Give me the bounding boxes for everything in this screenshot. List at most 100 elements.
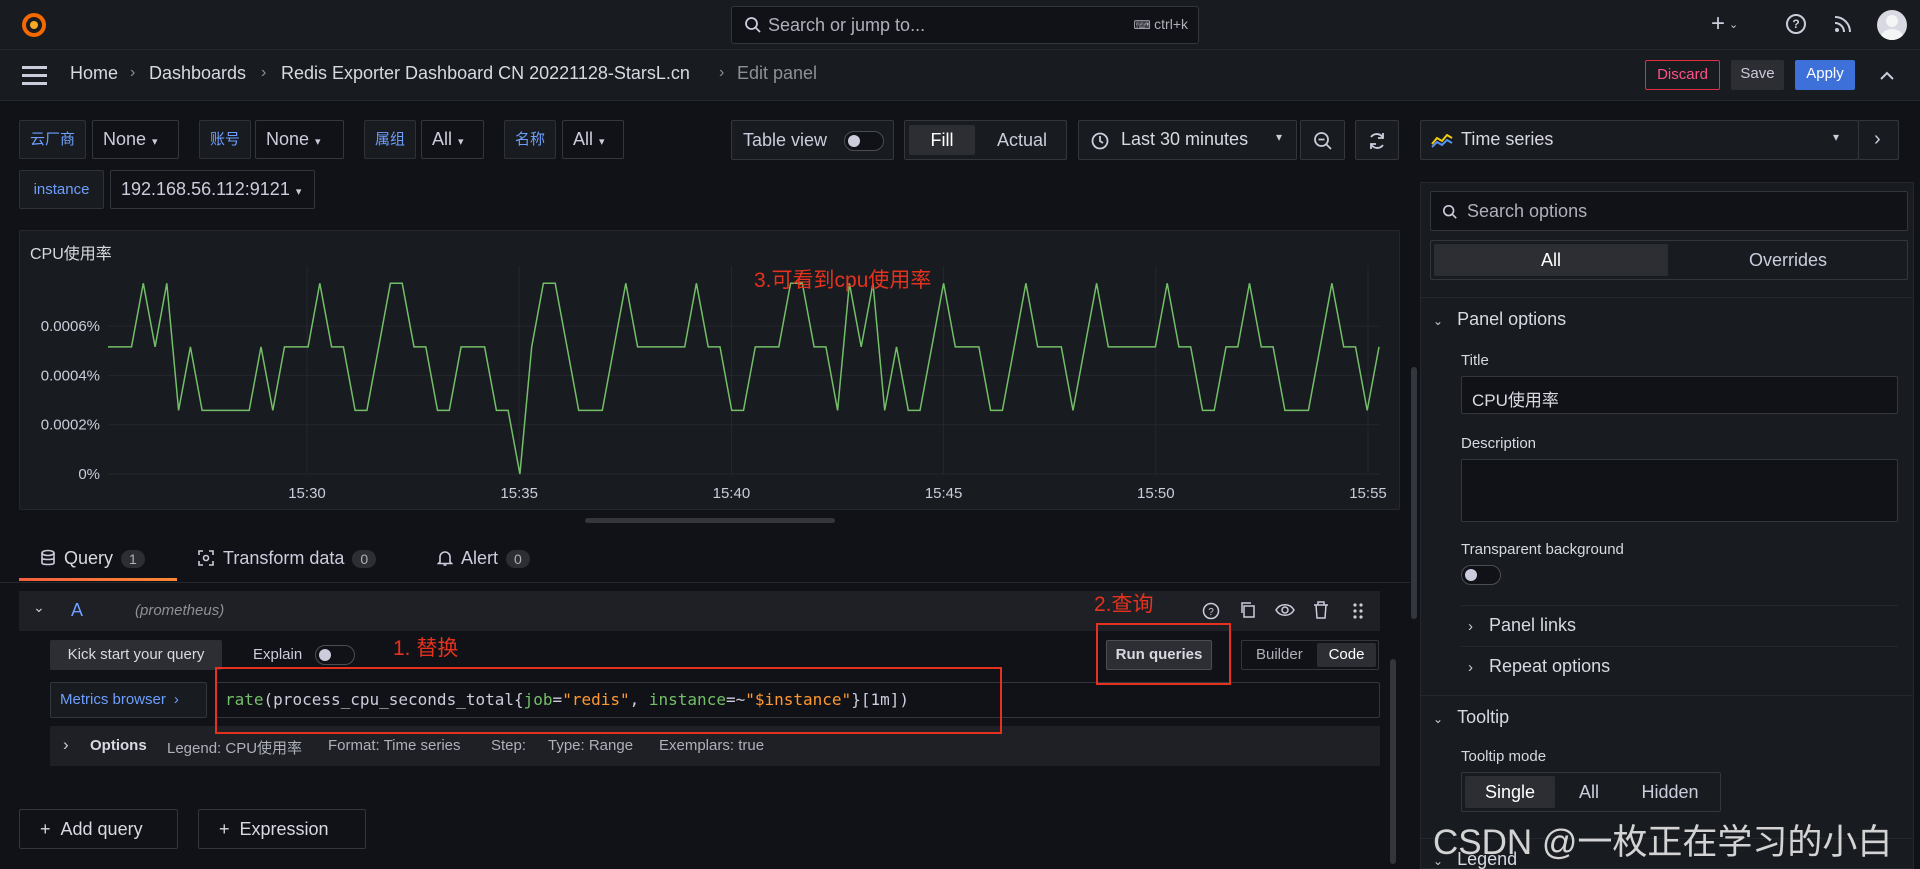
explain-toggle[interactable] xyxy=(315,645,355,665)
discard-button[interactable]: Discard xyxy=(1645,60,1720,90)
breadcrumb-dashboard[interactable]: Redis Exporter Dashboard CN 20221128-Sta… xyxy=(281,63,690,84)
section-repeat-options[interactable]: › Repeat options xyxy=(1468,656,1610,677)
description-textarea[interactable] xyxy=(1461,459,1898,522)
builder-code-switch: Builder Code xyxy=(1241,640,1379,670)
tabs-divider xyxy=(0,582,1410,583)
refresh-button[interactable] xyxy=(1355,120,1399,160)
options-divider xyxy=(1420,695,1914,696)
search-placeholder: Search or jump to... xyxy=(768,15,926,35)
save-button[interactable]: Save xyxy=(1731,60,1784,90)
fill-button[interactable]: Fill xyxy=(909,125,975,155)
drag-handle-icon[interactable] xyxy=(1351,601,1365,621)
step-summary: Step: xyxy=(491,737,527,754)
tooltip-mode-hidden[interactable]: Hidden xyxy=(1622,776,1718,808)
csdn-watermark: CSDN @一枚正在学习的小白 xyxy=(1433,823,1893,862)
variable-select-name[interactable]: All ▾ xyxy=(562,120,624,159)
menu-hamburger-icon[interactable] xyxy=(22,66,47,86)
tooltip-mode-single[interactable]: Single xyxy=(1465,776,1555,808)
variable-label-account: 账号 xyxy=(199,120,251,159)
tab-transform[interactable]: Transform data 0 xyxy=(197,548,377,569)
variable-label-instance: instance xyxy=(19,170,104,209)
news-rss-icon[interactable] xyxy=(1833,14,1853,39)
metrics-browser-button[interactable]: Metrics browser › xyxy=(50,682,207,718)
clock-icon xyxy=(1091,132,1109,150)
tooltip-heading: Tooltip xyxy=(1457,707,1510,727)
code-tab[interactable]: Code xyxy=(1317,643,1376,667)
collapse-chevron-icon[interactable]: ⌄ xyxy=(33,599,45,616)
options-panel xyxy=(1420,182,1914,869)
tab-all[interactable]: All xyxy=(1434,244,1668,276)
kick-start-button[interactable]: Kick start your query xyxy=(50,640,222,670)
tab-query-label: Query xyxy=(64,548,114,568)
options-tabs: All Overrides xyxy=(1430,240,1908,280)
chevron-right-icon: › xyxy=(261,64,267,81)
panel-options-heading: Panel options xyxy=(1457,309,1567,329)
toggle-knob xyxy=(848,135,860,147)
duplicate-query-icon[interactable] xyxy=(1239,601,1257,619)
variable-select-group[interactable]: All ▾ xyxy=(421,120,484,159)
query-help-icon[interactable]: ? xyxy=(1202,602,1220,620)
type-summary: Type: Range xyxy=(548,737,634,754)
variable-select-account[interactable]: None ▾ xyxy=(255,120,344,159)
tab-all-label: All xyxy=(1540,250,1561,270)
chevron-down-icon: ⌄ xyxy=(1433,712,1444,726)
grafana-logo-icon[interactable] xyxy=(20,11,48,39)
add-new-button[interactable]: + ⌄ xyxy=(1711,10,1738,38)
chevron-down-icon: ▾ xyxy=(315,136,321,148)
tab-alert[interactable]: Alert 0 xyxy=(436,548,530,569)
chevron-right-icon: › xyxy=(1468,659,1473,676)
help-icon[interactable]: ? xyxy=(1786,14,1806,34)
table-view-switch[interactable] xyxy=(844,131,884,151)
tooltip-mode-all[interactable]: All xyxy=(1559,776,1619,808)
variable-label-name: 名称 xyxy=(504,120,556,159)
annotation-box-run xyxy=(1096,623,1231,685)
user-avatar[interactable] xyxy=(1877,10,1907,40)
scrollbar[interactable] xyxy=(1390,659,1396,864)
search-input[interactable]: Search or jump to... ⌨ ctrl+k xyxy=(731,6,1199,44)
apply-button[interactable]: Apply xyxy=(1795,60,1855,90)
visualization-picker[interactable]: Time series ▾ xyxy=(1420,120,1859,160)
options-label: Options xyxy=(90,737,147,754)
chevron-down-icon: ⌄ xyxy=(1433,314,1444,328)
tab-overrides[interactable]: Overrides xyxy=(1671,244,1905,276)
tab-count: 1 xyxy=(121,550,145,568)
expression-button[interactable]: + Expression xyxy=(198,809,366,849)
panel-resize-handle[interactable] xyxy=(585,518,835,523)
annotation-2: 2.查询 xyxy=(1094,593,1154,616)
table-view-toggle[interactable]: Table view xyxy=(731,120,894,160)
variable-select-cloud[interactable]: None ▾ xyxy=(92,120,179,159)
code-tab-label: Code xyxy=(1328,646,1365,663)
collapse-chevron-up-icon[interactable] xyxy=(1876,60,1898,90)
time-range-picker[interactable]: Last 30 minutes ▾ xyxy=(1078,120,1297,160)
eye-icon[interactable] xyxy=(1275,601,1295,619)
expression-label: Expression xyxy=(239,819,329,839)
title-input[interactable]: CPU使用率 xyxy=(1461,376,1898,414)
variable-value: All xyxy=(573,129,594,149)
trash-icon[interactable] xyxy=(1312,600,1330,620)
y-tick-label: 0% xyxy=(78,466,100,483)
svg-text:?: ? xyxy=(1208,607,1214,618)
refresh-icon xyxy=(1370,133,1384,149)
search-icon xyxy=(745,17,761,33)
add-query-button[interactable]: + Add query xyxy=(19,809,178,849)
scrollbar[interactable] xyxy=(1411,367,1417,619)
panel-preview: CPU使用率 0% 0.0002% 0.0004% 0.0006% 15:30 15:35… xyxy=(19,230,1400,510)
query-ref-id[interactable]: A xyxy=(71,600,83,621)
chevron-right-icon: › xyxy=(130,64,136,81)
chevron-down-icon: ▾ xyxy=(152,136,158,148)
variable-select-instance[interactable]: 192.168.56.112:9121 ▾ xyxy=(110,170,315,209)
section-panel-options[interactable]: ⌄ Panel options xyxy=(1433,309,1566,330)
bell-icon xyxy=(436,551,454,566)
section-panel-links[interactable]: › Panel links xyxy=(1468,615,1576,636)
actual-button[interactable]: Actual xyxy=(983,125,1061,155)
zoom-out-button[interactable] xyxy=(1300,120,1345,160)
options-expand-button[interactable]: › xyxy=(1858,120,1899,160)
breadcrumb-dashboards[interactable]: Dashboards xyxy=(149,63,246,84)
section-tooltip[interactable]: ⌄ Tooltip xyxy=(1433,707,1509,728)
search-options-input[interactable]: Search options xyxy=(1430,191,1908,231)
keyboard-icon: ⌨ xyxy=(1133,18,1155,32)
breadcrumb-home[interactable]: Home xyxy=(70,63,118,84)
builder-tab[interactable]: Builder xyxy=(1256,646,1303,663)
tab-query[interactable]: Query 1 xyxy=(40,548,145,569)
transparent-toggle[interactable] xyxy=(1461,565,1501,585)
